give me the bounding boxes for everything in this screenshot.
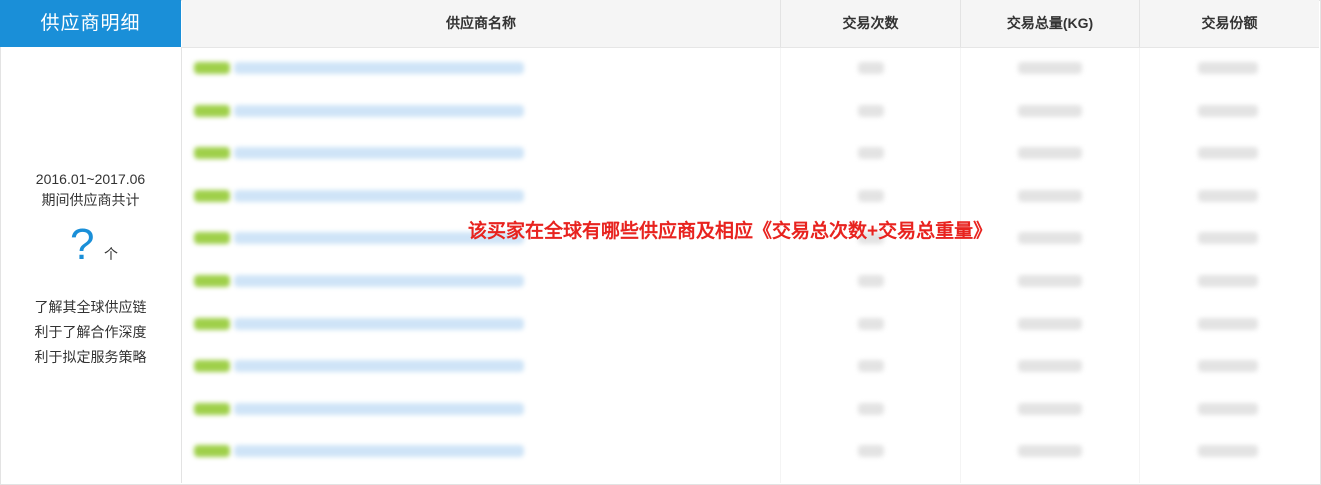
transaction-count-redacted bbox=[858, 445, 884, 458]
supplier-tag-redacted bbox=[194, 360, 230, 373]
share-redacted bbox=[1198, 189, 1258, 202]
total-weight-redacted bbox=[1018, 189, 1082, 202]
supplier-tag-redacted bbox=[194, 402, 230, 415]
total-weight-redacted bbox=[1018, 104, 1082, 117]
table-header: 供应商名称 交易次数 交易总量(KG) 交易份额 bbox=[182, 0, 1319, 48]
supplier-name-redacted[interactable] bbox=[234, 317, 524, 330]
note-line: 利于了解合作深度 bbox=[34, 324, 147, 340]
supplier-name-redacted[interactable] bbox=[234, 189, 524, 202]
table-row[interactable] bbox=[182, 91, 1319, 134]
supplier-name-redacted[interactable] bbox=[234, 360, 524, 373]
supplier-name-redacted[interactable] bbox=[234, 62, 524, 74]
transaction-count-redacted bbox=[858, 147, 884, 160]
benefit-notes: 了解其全球供应链 利于了解合作深度 利于拟定服务策略 bbox=[0, 295, 181, 370]
note-line: 利于拟定服务策略 bbox=[34, 349, 147, 365]
transaction-count-redacted bbox=[858, 360, 884, 373]
transaction-count-redacted bbox=[858, 189, 884, 202]
table-row[interactable] bbox=[182, 261, 1319, 304]
share-redacted bbox=[1198, 317, 1258, 330]
total-weight-redacted bbox=[1018, 317, 1082, 330]
period-range: 2016.01~2017.06 bbox=[35, 171, 146, 187]
supplier-table-body bbox=[182, 48, 1319, 483]
share-redacted bbox=[1198, 445, 1258, 458]
table-row[interactable] bbox=[182, 431, 1319, 474]
period-block: 2016.01~2017.06 期间供应商共计 bbox=[0, 169, 181, 211]
share-redacted bbox=[1198, 232, 1258, 245]
share-redacted bbox=[1198, 104, 1258, 117]
supplier-count: ? 个 bbox=[0, 222, 181, 272]
total-weight-redacted bbox=[1018, 147, 1082, 160]
share-redacted bbox=[1198, 360, 1258, 373]
supplier-name-redacted[interactable] bbox=[234, 402, 524, 415]
supplier-name-redacted[interactable] bbox=[234, 104, 524, 117]
total-weight-redacted bbox=[1018, 232, 1082, 245]
table-row[interactable] bbox=[182, 176, 1319, 219]
period-caption: 期间供应商共计 bbox=[41, 192, 140, 208]
note-line: 了解其全球供应链 bbox=[34, 299, 147, 315]
supplier-name-redacted[interactable] bbox=[234, 274, 524, 287]
transaction-count-redacted bbox=[858, 402, 884, 415]
table-row[interactable] bbox=[182, 389, 1319, 432]
table-row[interactable] bbox=[182, 304, 1319, 347]
sidebar-summary: 2016.01~2017.06 期间供应商共计 ? 个 了解其全球供应链 利于了… bbox=[0, 47, 182, 483]
question-mark-icon: ? bbox=[70, 220, 95, 269]
table-row[interactable] bbox=[182, 133, 1319, 176]
transaction-count-redacted bbox=[858, 104, 884, 117]
total-weight-redacted bbox=[1018, 445, 1082, 458]
supplier-tag-redacted bbox=[194, 274, 230, 287]
supplier-tag-redacted bbox=[194, 104, 230, 117]
table-row[interactable] bbox=[182, 48, 1319, 91]
column-header-supplier-name[interactable]: 供应商名称 bbox=[182, 0, 781, 47]
column-header-share[interactable]: 交易份额 bbox=[1140, 0, 1319, 47]
supplier-tag-redacted bbox=[194, 232, 230, 245]
column-header-total-weight[interactable]: 交易总量(KG) bbox=[961, 0, 1140, 47]
total-weight-redacted bbox=[1018, 402, 1082, 415]
total-weight-redacted bbox=[1018, 274, 1082, 287]
annotation-caption: 该买家在全球有哪些供应商及相应《交易总次数+交易总重量》 bbox=[468, 221, 993, 242]
share-redacted bbox=[1198, 274, 1258, 287]
supplier-tag-redacted bbox=[194, 445, 230, 458]
share-redacted bbox=[1198, 402, 1258, 415]
count-unit: 个 bbox=[104, 246, 118, 262]
supplier-tag-redacted bbox=[194, 317, 230, 330]
share-redacted bbox=[1198, 147, 1258, 160]
transaction-count-redacted bbox=[858, 62, 884, 74]
total-weight-redacted bbox=[1018, 62, 1082, 74]
supplier-name-redacted[interactable] bbox=[234, 147, 524, 160]
column-header-transaction-count[interactable]: 交易次数 bbox=[781, 0, 961, 47]
supplier-name-redacted[interactable] bbox=[234, 445, 524, 458]
supplier-tag-redacted bbox=[194, 147, 230, 160]
supplier-tag-redacted bbox=[194, 62, 230, 74]
transaction-count-redacted bbox=[858, 274, 884, 287]
supplier-tag-redacted bbox=[194, 189, 230, 202]
share-redacted bbox=[1198, 62, 1258, 74]
total-weight-redacted bbox=[1018, 360, 1082, 373]
transaction-count-redacted bbox=[858, 317, 884, 330]
sidebar-title: 供应商明细 bbox=[0, 0, 181, 47]
table-row[interactable] bbox=[182, 346, 1319, 389]
